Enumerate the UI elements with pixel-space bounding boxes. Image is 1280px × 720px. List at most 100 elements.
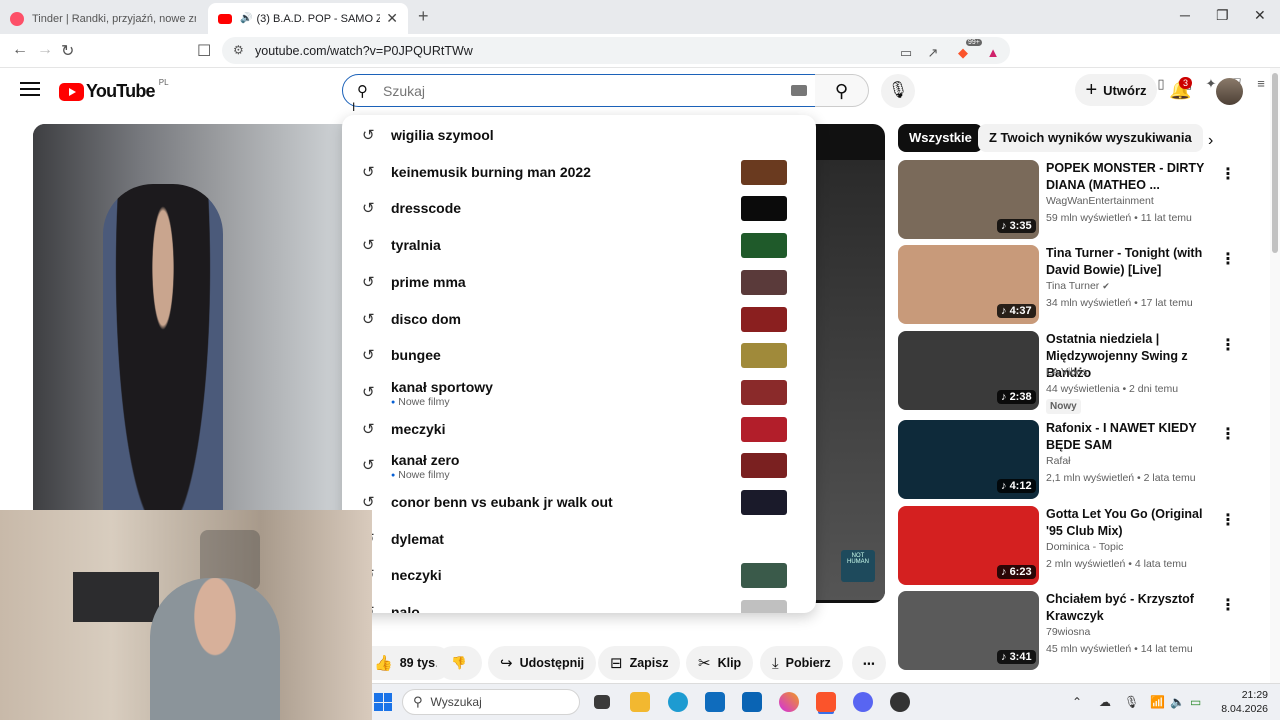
search-suggestion[interactable]: ↺nalo: [342, 595, 816, 613]
channel-name[interactable]: Tina Turner ✔: [1046, 280, 1110, 292]
back-icon[interactable]: ←: [12, 41, 28, 59]
download-button[interactable]: ⤓ Pobierz: [760, 646, 843, 680]
video-title[interactable]: Gotta Let You Go (Original '95 Club Mix): [1046, 506, 1216, 540]
scrollbar-thumb[interactable]: [1272, 73, 1278, 253]
search-suggestion[interactable]: ↺ disco dom: [342, 302, 816, 336]
recommended-video[interactable]: ♪ 6:23 Gotta Let You Go (Original '95 Clu…: [898, 506, 1270, 586]
search-suggestion[interactable]: ↺ wigilia szymool: [342, 118, 816, 152]
search-input[interactable]: [383, 81, 763, 101]
brave-icon[interactable]: [816, 692, 836, 712]
video-meta: 34 mln wyświetleń • 17 lat temu: [1046, 297, 1193, 309]
keyboard-icon[interactable]: [791, 85, 807, 96]
channel-name[interactable]: LA Vibes: [1046, 366, 1087, 378]
file-explorer-icon[interactable]: [630, 692, 650, 712]
tab-tinder[interactable]: Tinder | Randki, przyjaźń, nowe znajo: [0, 3, 206, 34]
more-vert-icon[interactable]: ⋮: [1220, 164, 1236, 184]
volume-icon[interactable]: 🔈: [1170, 695, 1185, 709]
search-button[interactable]: ⚲: [815, 74, 869, 107]
search-suggestion[interactable]: ↺ bungee: [342, 338, 816, 372]
more-actions-button[interactable]: ⋯: [852, 646, 886, 680]
task-view-icon[interactable]: [594, 695, 610, 709]
store-icon[interactable]: [705, 692, 725, 712]
brave-rewards-icon[interactable]: ▲: [985, 45, 1001, 61]
cast-icon[interactable]: ▭: [898, 45, 914, 61]
search-suggestion[interactable]: ↺neczyki: [342, 558, 816, 592]
recommended-video[interactable]: ♪ 2:38 Ostatnia niedziela | Międzywojenny…: [898, 331, 1270, 414]
chip-from-search[interactable]: Z Twoich wyników wyszukiwania: [978, 124, 1203, 152]
search-suggestion[interactable]: ↺ meczyki: [342, 412, 816, 446]
avatar[interactable]: [1216, 78, 1243, 105]
more-vert-icon[interactable]: ⋮: [1220, 595, 1236, 615]
search-suggestion[interactable]: ↺ kanał zeroNowe filmy: [342, 448, 816, 482]
close-window-icon[interactable]: ✕: [1254, 7, 1266, 24]
windows-start-icon[interactable]: [374, 693, 392, 711]
chip-all[interactable]: Wszystkie: [898, 124, 983, 152]
suggestion-text: kanał zero: [391, 452, 460, 469]
video-title[interactable]: Rafonix - I NAWET KIEDY BĘDE SAM: [1046, 420, 1216, 454]
url-field[interactable]: ⚙ youtube.com/watch?v=P0JPQURtTWw ▭ ↗ ◆ …: [222, 37, 1010, 64]
recommended-video[interactable]: ♪ 4:37 Tina Turner - Tonight (with David …: [898, 245, 1270, 325]
copilot-icon[interactable]: [779, 692, 799, 712]
clip-button[interactable]: ✂ Klip: [686, 646, 754, 680]
brave-shield-icon[interactable]: ◆: [955, 45, 971, 61]
cloud-icon[interactable]: ☁: [1099, 695, 1111, 709]
maximize-icon[interactable]: ❐: [1216, 7, 1229, 24]
search-suggestion[interactable]: ↺ prime mma: [342, 265, 816, 299]
discord-icon[interactable]: [853, 692, 873, 712]
speaker-icon[interactable]: 🔊: [240, 13, 252, 24]
forward-icon[interactable]: →: [37, 41, 53, 59]
channel-name[interactable]: 79wiosna: [1046, 626, 1090, 638]
search-suggestion[interactable]: ↺ tyralnia: [342, 228, 816, 262]
page-scrollbar[interactable]: [1270, 68, 1280, 683]
recommended-video[interactable]: ♪ 3:35 POPEK MONSTER - DIRTY DIANA (MATHE…: [898, 160, 1270, 240]
app-icon[interactable]: [890, 692, 910, 712]
battery-icon[interactable]: ▭: [1190, 695, 1201, 709]
edge-icon[interactable]: [668, 692, 688, 712]
notifications-button[interactable]: 🔔 3: [1169, 77, 1193, 101]
search-suggestion[interactable]: ↺ dresscode: [342, 191, 816, 225]
outlook-icon[interactable]: [742, 692, 762, 712]
hamburger-menu-icon[interactable]: [20, 82, 40, 100]
create-button[interactable]: + Utwórz: [1075, 74, 1157, 106]
microphone-icon[interactable]: 🎙: [1124, 695, 1139, 709]
share-button[interactable]: ↪ Udostępnij: [488, 646, 597, 680]
chevron-right-icon[interactable]: ›: [1208, 132, 1213, 150]
youtube-logo[interactable]: YouTube PL: [59, 78, 169, 102]
channel-name[interactable]: Dominica - Topic: [1046, 541, 1123, 553]
search-suggestion[interactable]: ↺ keinemusik burning man 2022: [342, 155, 816, 189]
search-suggestion[interactable]: ↺ conor benn vs eubank jr walk out: [342, 485, 816, 519]
system-clock[interactable]: 21:29 8.04.2026: [1220, 688, 1268, 716]
bookmark-icon[interactable]: ☐: [197, 41, 211, 61]
wifi-icon[interactable]: 📶: [1150, 695, 1165, 709]
video-title[interactable]: POPEK MONSTER - DIRTY DIANA (MATHEO ...: [1046, 160, 1216, 194]
close-tab-icon[interactable]: ✕: [386, 10, 398, 27]
save-button[interactable]: ⊟ Zapisz: [598, 646, 681, 680]
search-suggestion[interactable]: ↺ kanał sportowyNowe filmy: [342, 375, 816, 409]
more-vert-icon[interactable]: ⋮: [1220, 335, 1236, 355]
share-icon[interactable]: ↗: [925, 45, 941, 61]
more-vert-icon[interactable]: ⋮: [1220, 249, 1236, 269]
taskbar-search[interactable]: ⚲ Wyszukaj: [402, 689, 580, 715]
recommended-video[interactable]: ♪ 3:41 Chciałem być - Krzysztof Krawczyk 7…: [898, 591, 1270, 671]
dislike-button[interactable]: 👎: [436, 646, 482, 680]
more-vert-icon[interactable]: ⋮: [1220, 510, 1236, 530]
chevron-up-icon[interactable]: ⌃: [1072, 695, 1082, 709]
search-suggestion[interactable]: ↺dylemat: [342, 522, 816, 556]
channel-name[interactable]: WagWanEntertainment: [1046, 195, 1154, 207]
video-title[interactable]: Chciałem być - Krzysztof Krawczyk: [1046, 591, 1216, 625]
site-info-icon[interactable]: ⚙: [233, 43, 244, 57]
voice-search-button[interactable]: 🎙: [881, 74, 915, 108]
search-suggestions: ↺ wigilia szymool ↺ keinemusik burning man …: [342, 115, 816, 613]
channel-name[interactable]: Rafał: [1046, 455, 1071, 467]
browser-menu-icon[interactable]: ≡: [1253, 76, 1269, 92]
new-tab-icon[interactable]: +: [418, 6, 429, 27]
recommended-video[interactable]: ♪ 4:12 Rafonix - I NAWET KIEDY BĘDE SAM Ra…: [898, 420, 1270, 500]
more-vert-icon[interactable]: ⋮: [1220, 424, 1236, 444]
video-title[interactable]: Tina Turner - Tonight (with David Bowie)…: [1046, 245, 1216, 279]
minimize-icon[interactable]: ─: [1180, 7, 1190, 23]
search-field[interactable]: ⚲: [342, 74, 816, 107]
reload-icon[interactable]: ↻: [61, 41, 74, 61]
suggestion-thumbnail: [741, 563, 787, 589]
tab-youtube[interactable]: 🔊 (3) B.A.D. POP - SAMO ZYCIE ✕: [208, 3, 408, 34]
channel-watermark[interactable]: NOT HUMAN: [841, 550, 875, 582]
